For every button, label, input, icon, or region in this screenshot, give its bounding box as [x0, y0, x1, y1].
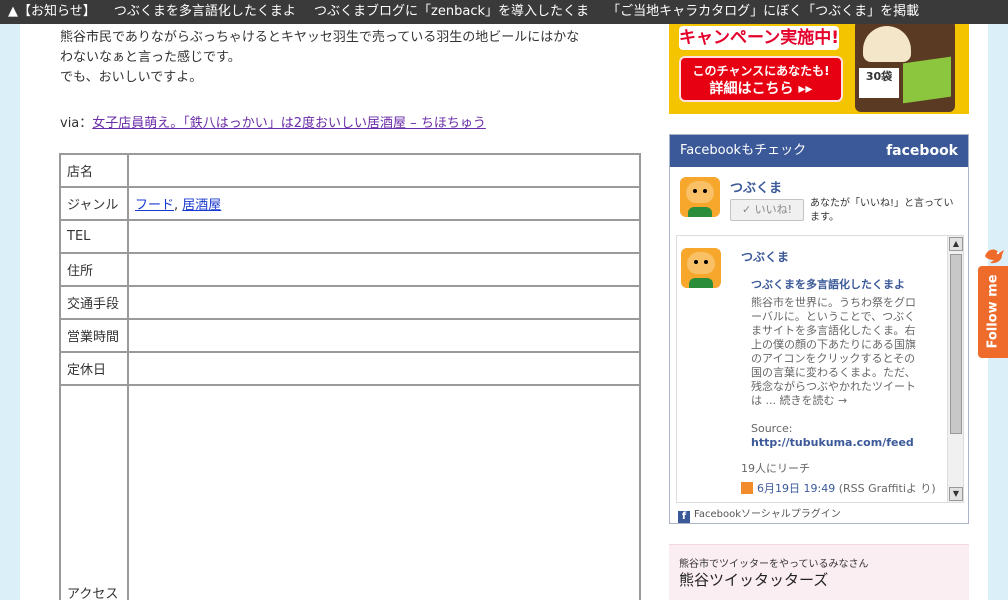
- news-ticker: ▲【お知らせ】 つぶくまを多言語化したくまよ つぶくまブログに「zenback」…: [0, 0, 1008, 24]
- ticker-link-zenback[interactable]: つぶくまブログに「zenback」を導入したくま: [314, 4, 589, 19]
- follow-me-tab[interactable]: Follow me: [978, 266, 1008, 358]
- twitter-users-section: 熊谷市でツイッターをやっているみなさん 熊谷ツイッタッターズ: [669, 544, 969, 600]
- table-row: 交通手段: [59, 285, 641, 320]
- table-key: 住所: [59, 252, 129, 287]
- campaign-heading: キャンペーン実施中!: [679, 26, 839, 50]
- facebook-plugin-footer[interactable]: f Facebookソーシャルプラグイン: [678, 505, 841, 523]
- facebook-widget-header: Facebookもチェック facebook: [670, 135, 968, 167]
- post-author-link[interactable]: つぶくま: [741, 248, 789, 265]
- article-text-line: でも、おいしいですよ。: [60, 70, 203, 85]
- ticker-link-multilingual[interactable]: つぶくまを多言語化したくまよ: [114, 4, 296, 19]
- ticker-label: ▲【お知らせ】: [8, 4, 96, 19]
- post-author-avatar[interactable]: [681, 248, 721, 288]
- post-source: Source: http://tubukuma.com/feed: [751, 422, 914, 450]
- table-row: TEL: [59, 219, 641, 254]
- article-text-line: わないなぁと言った感じです。: [60, 50, 241, 65]
- like-button[interactable]: ✓ いいね!: [730, 199, 804, 221]
- details-link-text: 詳細はこちら ▸▸: [709, 81, 813, 97]
- table-row: 定休日: [59, 351, 641, 386]
- stream-scrollbar[interactable]: ▲ ▼: [947, 236, 963, 502]
- scroll-thumb[interactable]: [950, 254, 962, 434]
- table-key: アクセス: [59, 384, 129, 600]
- table-row: ジャンル フード, 居酒屋: [59, 186, 641, 221]
- ticker-link-catalog[interactable]: 「ご当地キャラカタログ」にぼく「つぶくま」を掲載: [607, 4, 919, 19]
- campaign-banner-ad[interactable]: キャンペーン実施中! このチャンスにあなたも! 詳細はこちら ▸▸ 30袋: [669, 24, 969, 114]
- follow-me-label: Follow me: [985, 274, 1001, 349]
- avatar-eye: [704, 260, 708, 264]
- left-background-band: [0, 24, 20, 600]
- facebook-plugin-label: Facebookソーシャルプラグイン: [694, 509, 841, 520]
- table-key: 店名: [59, 153, 129, 188]
- facebook-logo[interactable]: facebook: [886, 135, 958, 167]
- article-body: 熊谷市民でありながらぶっちゃけるとキヤッセ羽生で売っている羽生の地ビールにはかな…: [60, 28, 640, 88]
- post-meta: 6月19日 19:49 (RSS Graffitiよ り): [741, 480, 936, 496]
- table-value: [127, 252, 641, 287]
- twitter-bird-icon[interactable]: [982, 244, 1006, 266]
- post-via-text: (RSS Graffitiよ り): [838, 482, 936, 495]
- product-bag-image: 30袋: [855, 24, 955, 112]
- table-key: TEL: [59, 219, 129, 254]
- table-value: フード, 居酒屋: [127, 186, 641, 221]
- post-title-link[interactable]: つぶくまを多言語化したくまよ: [751, 276, 905, 292]
- table-key: 営業時間: [59, 318, 129, 353]
- post-date-link[interactable]: 6月19日 19:49: [757, 482, 835, 495]
- facebook-post-stream[interactable]: つぶくま つぶくまを多言語化したくまよ 熊谷市を世界に。うちわ祭をグローバルに。…: [676, 235, 964, 503]
- post-body-text: 熊谷市を世界に。うちわ祭をグローバルに。ということで、つぶくまサイトを多言語化し…: [751, 296, 916, 407]
- genre-link-food[interactable]: フード: [135, 198, 174, 213]
- bowl-illustration: [863, 26, 911, 62]
- post-reach-count: 19人にリーチ: [741, 462, 810, 475]
- page-name-link[interactable]: つぶくま: [730, 177, 782, 196]
- table-value: [127, 318, 641, 353]
- via-line: via：女子店員萌え。「鉄八はっかい」は2度おいしい居酒屋 – ちほちゅう: [60, 112, 486, 131]
- table-row: アクセス: [59, 384, 641, 600]
- genre-link-izakaya[interactable]: 居酒屋: [182, 198, 221, 213]
- table-row: 住所: [59, 252, 641, 287]
- facebook-f-icon: f: [678, 511, 690, 523]
- avatar-eye: [703, 189, 707, 193]
- avatar-eye: [694, 260, 698, 264]
- table-value: [127, 285, 641, 320]
- table-key: 定休日: [59, 351, 129, 386]
- via-source-link[interactable]: 女子店員萌え。「鉄八はっかい」は2度おいしい居酒屋 – ちほちゅう: [92, 116, 486, 131]
- twitter-section-title: 熊谷ツイッタッターズ: [679, 571, 829, 589]
- pack-count-label: 30袋: [859, 68, 899, 98]
- table-value: [127, 153, 641, 188]
- post-source-url[interactable]: http://tubukuma.com/feed: [751, 436, 914, 450]
- facebook-widget-title: Facebookもチェック: [680, 143, 807, 158]
- table-row: 営業時間: [59, 318, 641, 353]
- like-status-text: あなたが「いいね!」と言っています。: [810, 198, 954, 223]
- page-avatar[interactable]: [680, 177, 720, 217]
- article-text-line: 熊谷市民でありながらぶっちゃけるとキヤッセ羽生で売っている羽生の地ビールにはかな: [60, 30, 580, 45]
- facebook-widget: Facebookもチェック facebook つぶくま ✓ いいね! あなたが「…: [669, 134, 969, 524]
- rss-icon: [741, 482, 753, 494]
- avatar-eye: [693, 189, 697, 193]
- scroll-down-arrow-icon[interactable]: ▼: [949, 487, 963, 501]
- table-row: 店名: [59, 153, 641, 188]
- table-key: 交通手段: [59, 285, 129, 320]
- scroll-up-arrow-icon[interactable]: ▲: [949, 237, 963, 251]
- table-key: ジャンル: [59, 186, 129, 221]
- package-stripe: [903, 56, 951, 104]
- post-source-label: Source:: [751, 422, 793, 435]
- twitter-section-subtitle: 熊谷市でツイッターをやっているみなさん: [679, 559, 869, 570]
- campaign-details-button[interactable]: このチャンスにあなたも! 詳細はこちら ▸▸: [679, 56, 843, 102]
- chance-text: このチャンスにあなたも!: [692, 64, 830, 78]
- facebook-page-row: つぶくま ✓ いいね! あなたが「いいね!」と言っています。: [680, 177, 960, 227]
- table-value: [127, 384, 641, 600]
- table-value: [127, 351, 641, 386]
- shop-info-table: 店名 ジャンル フード, 居酒屋 TEL 住所 交通手段 営業時間 定休日 アク…: [59, 153, 641, 600]
- via-prefix: via：: [60, 116, 93, 131]
- table-value: [127, 219, 641, 254]
